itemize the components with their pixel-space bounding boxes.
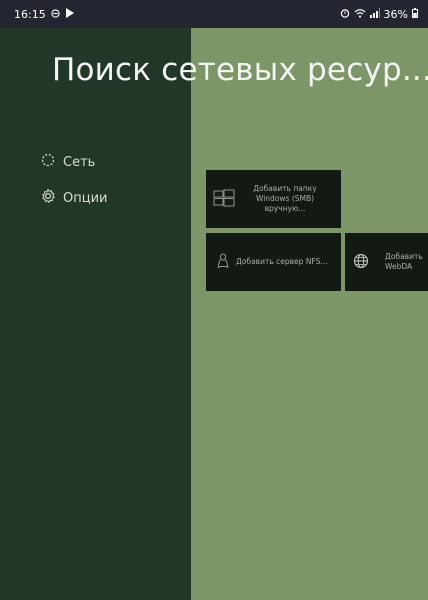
tile-label: Добавить WebDA: [385, 251, 423, 271]
page-title: Поиск сетевых ресур...: [52, 52, 428, 88]
signal-icon: [369, 7, 380, 21]
battery-text: 36%: [383, 7, 408, 21]
tile-label: Добавить сервер NFS...: [236, 256, 328, 266]
play-icon: [65, 7, 74, 21]
gear-icon: [40, 188, 56, 208]
status-left: 16:15: [14, 7, 74, 21]
add-smb-folder-tile[interactable]: Добавить папку Windows (SMB) вручную...: [206, 170, 341, 228]
status-right: 36%: [340, 7, 418, 21]
do-not-disturb-icon: [51, 8, 60, 21]
add-webdav-tile[interactable]: Добавить WebDA: [345, 233, 428, 291]
battery-icon: [412, 7, 418, 21]
alarm-icon: [340, 8, 350, 21]
nav-item-label: Опции: [63, 190, 108, 206]
network-icon: [40, 152, 56, 172]
status-bar: 16:15 36%: [0, 0, 428, 28]
linux-icon: [216, 253, 230, 271]
globe-icon: [353, 253, 369, 271]
windows-icon: [213, 189, 235, 209]
navigation-panel: [0, 28, 191, 600]
tile-label: Добавить папку Windows (SMB) вручную...: [253, 183, 317, 214]
nav-item-options[interactable]: Опции: [40, 188, 107, 208]
screen: 16:15 36% Поиск сетевых ресур... Сеть Оп…: [0, 0, 428, 600]
status-time: 16:15: [14, 7, 46, 21]
nav-item-label: Сеть: [63, 154, 96, 170]
wifi-icon: [354, 8, 366, 21]
add-nfs-server-tile[interactable]: Добавить сервер NFS...: [206, 233, 341, 291]
nav-item-network[interactable]: Сеть: [40, 152, 95, 172]
